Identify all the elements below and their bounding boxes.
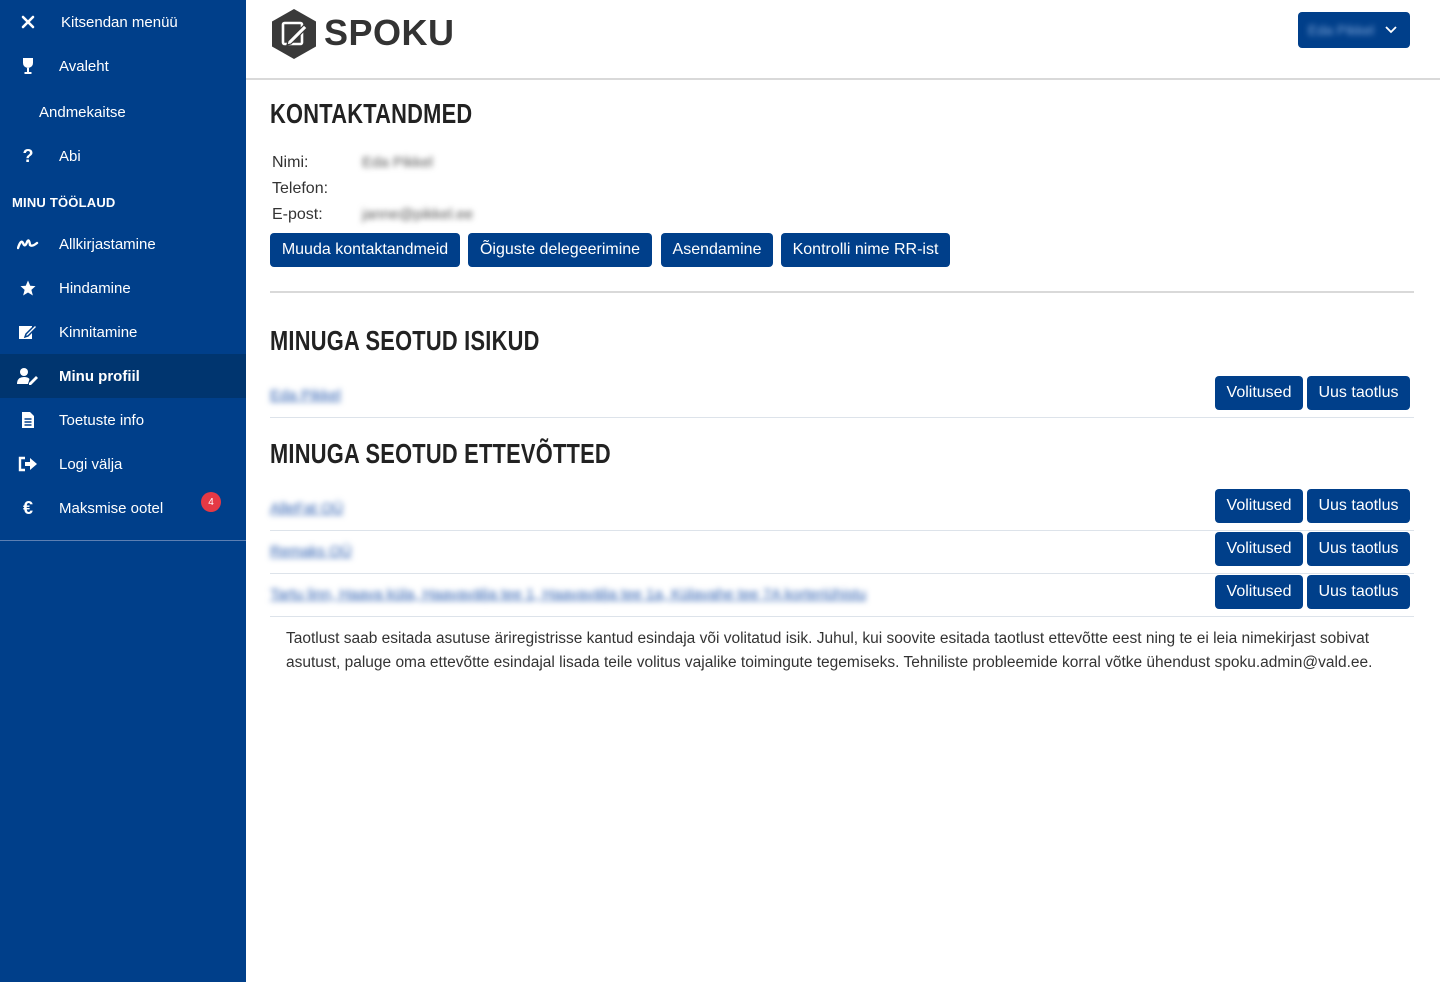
user-edit-icon [17,365,39,387]
sidebar-section-title: MINU TÖÖLAUD [12,195,116,210]
sidebar-item-grants-info[interactable]: Toetuste info [0,398,246,442]
phone-label: Telefon: [272,180,329,197]
close-icon [17,11,39,33]
new-application-button[interactable]: Uus taotlus [1307,376,1410,410]
sidebar-item-label: Abi [59,147,81,165]
trophy-icon [17,55,39,77]
sidebar-item-logout[interactable]: Logi välja [0,442,246,486]
delegate-rights-button[interactable]: Õiguste delegeerimine [468,233,652,267]
company-name-link[interactable]: AlleFat OÜ [270,500,343,517]
notification-badge: 4 [201,492,221,512]
person-name-link[interactable]: Eda Pikkel [270,387,341,404]
email-label: E-post: [272,206,323,223]
substitution-button[interactable]: Asendamine [661,233,773,267]
sidebar-item-label: Logi välja [59,455,123,473]
user-menu-button[interactable]: Eda Pikkel [1298,12,1410,48]
sidebar-item-signing[interactable]: Allkirjastamine [0,222,246,266]
sidebar-item-evaluation[interactable]: Hindamine [0,266,246,310]
company-name-link[interactable]: Tartu linn, Haava küla, Haavavälja tee 1… [270,586,866,603]
sidebar-item-label: Toetuste info [59,411,145,429]
sidebar-item-help[interactable]: ? Abi [0,134,246,178]
star-icon [17,277,39,299]
sidebar-item-data-protection[interactable]: Andmekaitse [0,90,246,134]
name-label: Nimi: [272,154,309,171]
email-value: janne@pikkel.ee [362,206,474,223]
sidebar-item-label: Maksmise ootel [59,499,164,517]
company-row: Remaks OÜ Volitused Uus taotlus [270,531,1414,574]
company-name-link[interactable]: Remaks OÜ [270,543,352,560]
sidebar-item-collapse-menu[interactable]: Kitsendan menüü [0,0,246,44]
name-value: Eda Pikkel [362,154,433,171]
sidebar-item-home[interactable]: Avaleht [0,44,246,88]
new-application-button[interactable]: Uus taotlus [1307,489,1410,523]
edit-contact-button[interactable]: Muuda kontaktandmeid [270,233,460,267]
check-name-rr-button[interactable]: Kontrolli nime RR-ist [781,233,950,267]
info-note: Taotlust saab esitada asutuse äriregistr… [286,630,1373,671]
person-row: Eda Pikkel Volitused Uus taotlus [270,375,1414,418]
sidebar-item-label: Kinnitamine [59,323,138,341]
contact-section-title: KONTAKTANDMED [270,98,473,129]
sidebar-item-label: Avaleht [59,57,109,75]
authorizations-button[interactable]: Volitused [1215,489,1303,523]
sidebar-item-my-profile[interactable]: Minu profiil [0,354,246,398]
main-content: KONTAKTANDMED Nimi: Eda Pikkel Telefon: … [246,82,1440,982]
company-row: AlleFat OÜ Volitused Uus taotlus [270,488,1414,531]
sidebar-item-label: Kitsendan menüü [61,13,178,31]
sidebar-item-label: Allkirjastamine [59,235,156,253]
section-divider [270,291,1414,293]
question-icon: ? [22,145,34,166]
new-application-button[interactable]: Uus taotlus [1307,532,1410,566]
sidebar-item-label: Hindamine [59,279,131,297]
top-header: SPOKU Eda Pikkel [246,0,1440,80]
user-name: Eda Pikkel [1308,22,1375,38]
sidebar-divider [0,540,246,541]
sidebar-item-awaiting-payment[interactable]: € Maksmise ootel 4 [0,486,246,530]
companies-section-title: MINUGA SEOTUD ETTEVÕTTED [270,438,611,469]
logo-icon [270,8,318,60]
sidebar-item-label: Andmekaitse [39,103,126,121]
company-row: Tartu linn, Haava küla, Haavavälja tee 1… [270,574,1414,617]
document-icon [17,409,39,431]
chevron-down-icon [1384,22,1398,39]
authorizations-button[interactable]: Volitused [1215,532,1303,566]
authorizations-button[interactable]: Volitused [1215,575,1303,609]
edit-icon [17,321,39,343]
signature-icon [17,233,39,255]
new-application-button[interactable]: Uus taotlus [1307,575,1410,609]
euro-icon: € [22,497,33,518]
authorizations-button[interactable]: Volitused [1215,376,1303,410]
sidebar-item-label: Minu profiil [59,367,140,385]
app-logo-text: SPOKU [324,12,455,53]
persons-section-title: MINUGA SEOTUD ISIKUD [270,325,540,356]
sidebar-item-confirmation[interactable]: Kinnitamine [0,310,246,354]
sidebar: Kitsendan menüü Avaleht Andmekaitse ? Ab… [0,0,246,982]
logout-icon [17,453,39,475]
